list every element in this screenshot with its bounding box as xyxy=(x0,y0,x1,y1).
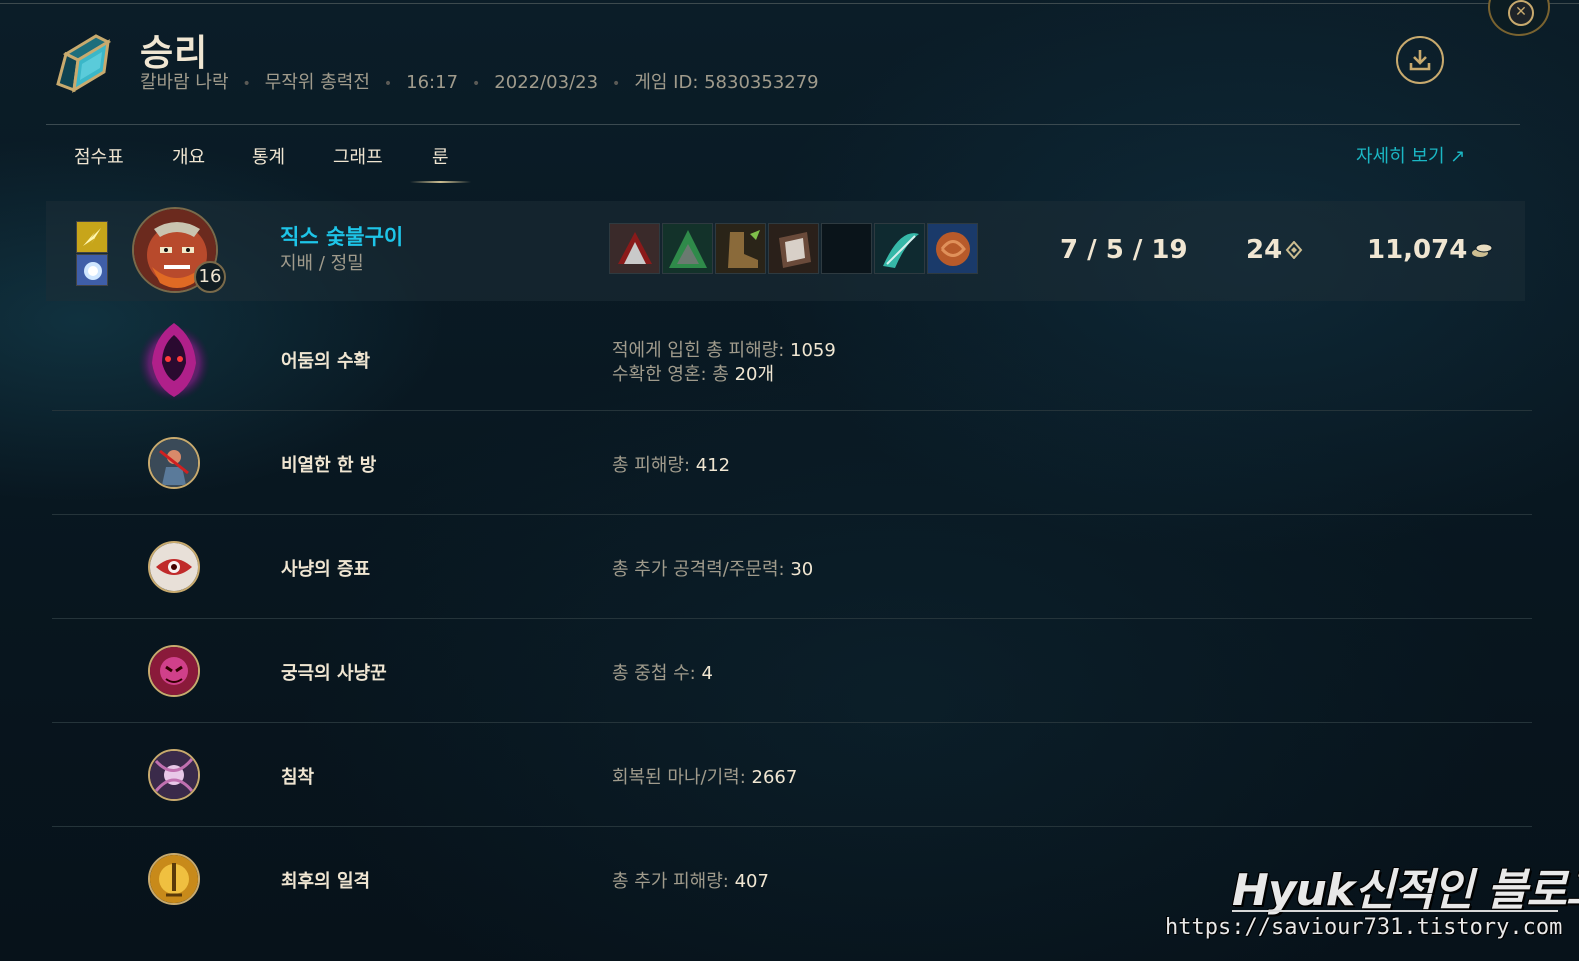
rune-row: 사냥의 증표 총 추가 공격력/주문력: 30 xyxy=(52,515,1532,619)
item-6-icon[interactable] xyxy=(874,223,925,274)
dark-harvest-icon xyxy=(134,317,214,401)
rune-stat-label: 총 추가 공격력/주문력: xyxy=(612,559,791,580)
gold-icon xyxy=(1470,236,1494,266)
rune-stat: 총 피해량: 412 xyxy=(612,451,730,477)
presence-of-mind-icon xyxy=(148,749,200,801)
header-divider xyxy=(46,124,1520,125)
tab-stats[interactable]: 통계 xyxy=(252,143,285,169)
rune-stat-label: 총 추가 피해량: xyxy=(612,871,735,892)
player-name[interactable]: 직스 숯불구이 xyxy=(280,221,403,251)
rune-stat-label: 회복된 마나/기력: xyxy=(612,767,752,788)
boots-icon[interactable] xyxy=(715,223,766,274)
creep-score: 24 xyxy=(1246,235,1303,266)
rune-name: 최후의 일격 xyxy=(281,871,371,892)
cheap-shot-icon xyxy=(148,437,200,489)
download-button[interactable] xyxy=(1396,36,1444,84)
rune-name: 사냥의 증표 xyxy=(281,559,371,580)
item-7-icon[interactable] xyxy=(927,223,978,274)
coup-de-grace-icon xyxy=(148,853,200,905)
rune-stat-label: 적에게 입힌 총 피해량: xyxy=(612,340,790,361)
rune-stat-value: 20개 xyxy=(734,364,775,385)
top-border xyxy=(0,3,1579,4)
rune-row: 궁극의 사냥꾼 총 중첩 수: 4 xyxy=(52,619,1532,723)
rune-stat: 총 추가 피해량: 407 xyxy=(612,867,769,893)
game-id: 게임 ID: 5830353279 xyxy=(634,72,819,93)
rune-stat: 수확한 영혼: 총 20개 xyxy=(612,360,774,386)
watermark-title: Hyuk신적인 블로그 xyxy=(1232,865,1579,916)
player-rune-paths: 지배 / 정밀 xyxy=(280,253,364,274)
rune-stat-value: 4 xyxy=(701,663,713,684)
ultimate-hunter-icon xyxy=(148,645,200,697)
details-link[interactable]: 자세히 보기 ↗ xyxy=(1356,142,1465,168)
separator-dot: • xyxy=(383,76,393,92)
player-row[interactable]: 16 직스 숯불구이 지배 / 정밀 7 / 5 / 19 24 11,074 xyxy=(46,201,1525,301)
kda-score: 7 / 5 / 19 xyxy=(1060,235,1188,265)
rune-row: 침착 회복된 마나/기력: 2667 xyxy=(52,723,1532,827)
watermark-url: https://saviour731.tistory.com xyxy=(1165,915,1563,940)
tab-overview[interactable]: 개요 xyxy=(172,143,205,169)
tab-scoreboard[interactable]: 점수표 xyxy=(74,143,124,169)
download-icon xyxy=(1409,50,1431,71)
aram-crystal-icon xyxy=(52,32,116,96)
rune-stat-value: 407 xyxy=(734,871,769,892)
rune-stat-value: 2667 xyxy=(751,767,798,788)
mark-icon xyxy=(76,254,108,286)
rune-stat: 총 중첩 수: 4 xyxy=(612,659,713,685)
minion-icon xyxy=(1285,236,1303,266)
game-mode: 무작위 총력전 xyxy=(264,72,370,93)
rune-stat-value: 412 xyxy=(695,455,731,476)
gold-value: 11,074 xyxy=(1367,235,1468,265)
item-2-icon[interactable] xyxy=(662,223,713,274)
tab-graph[interactable]: 그래프 xyxy=(333,143,383,169)
rune-name: 어둠의 수확 xyxy=(281,351,371,372)
summoner-spells xyxy=(76,221,108,286)
rune-name: 침착 xyxy=(281,767,315,788)
champion-level: 16 xyxy=(194,261,226,293)
item-1-icon[interactable] xyxy=(609,223,660,274)
rune-stat: 회복된 마나/기력: 2667 xyxy=(612,763,797,789)
separator-dot: • xyxy=(472,76,481,92)
game-date: 2022/03/23 xyxy=(494,72,599,93)
eyeball-collection-icon xyxy=(148,541,200,593)
rune-stat-label: 총 피해량: xyxy=(612,455,696,476)
rune-row: 비열한 한 방 총 피해량: 412 xyxy=(52,411,1532,515)
rune-stat-label: 총 중첩 수: xyxy=(612,663,702,684)
rune-stat-label: 수확한 영혼: 총 xyxy=(612,364,735,385)
separator-dot: • xyxy=(612,76,621,92)
tab-runes[interactable]: 룬 xyxy=(410,143,470,183)
gold-earned: 11,074 xyxy=(1367,235,1494,266)
separator-dot: • xyxy=(242,76,251,92)
watermark-underline xyxy=(1232,910,1558,912)
rune-stat-value: 30 xyxy=(790,559,814,580)
rune-stat: 적에게 입힌 총 피해량: 1059 xyxy=(612,336,836,362)
close-icon: ✕ xyxy=(1508,0,1534,26)
rune-stat: 총 추가 공격력/주문력: 30 xyxy=(612,555,813,581)
game-meta: 칼바람 나락 • 무작위 총력전 • 16:17 • 2022/03/23 • 게임 ID: 5… xyxy=(140,68,819,94)
game-duration: 16:17 xyxy=(406,72,459,93)
rune-stat-value: 1059 xyxy=(790,340,836,361)
rune-row: 어둠의 수확 적에게 입힌 총 피해량: 1059 수확한 영혼: 총 20개 xyxy=(52,307,1532,411)
rune-name: 비열한 한 방 xyxy=(281,455,377,476)
rune-name: 궁극의 사냥꾼 xyxy=(281,663,387,684)
cs-value: 24 xyxy=(1246,235,1283,265)
item-4-icon[interactable] xyxy=(768,223,819,274)
empty-item-slot xyxy=(821,223,872,274)
map-name: 칼바람 나락 xyxy=(140,72,229,93)
flash-icon xyxy=(76,221,108,253)
